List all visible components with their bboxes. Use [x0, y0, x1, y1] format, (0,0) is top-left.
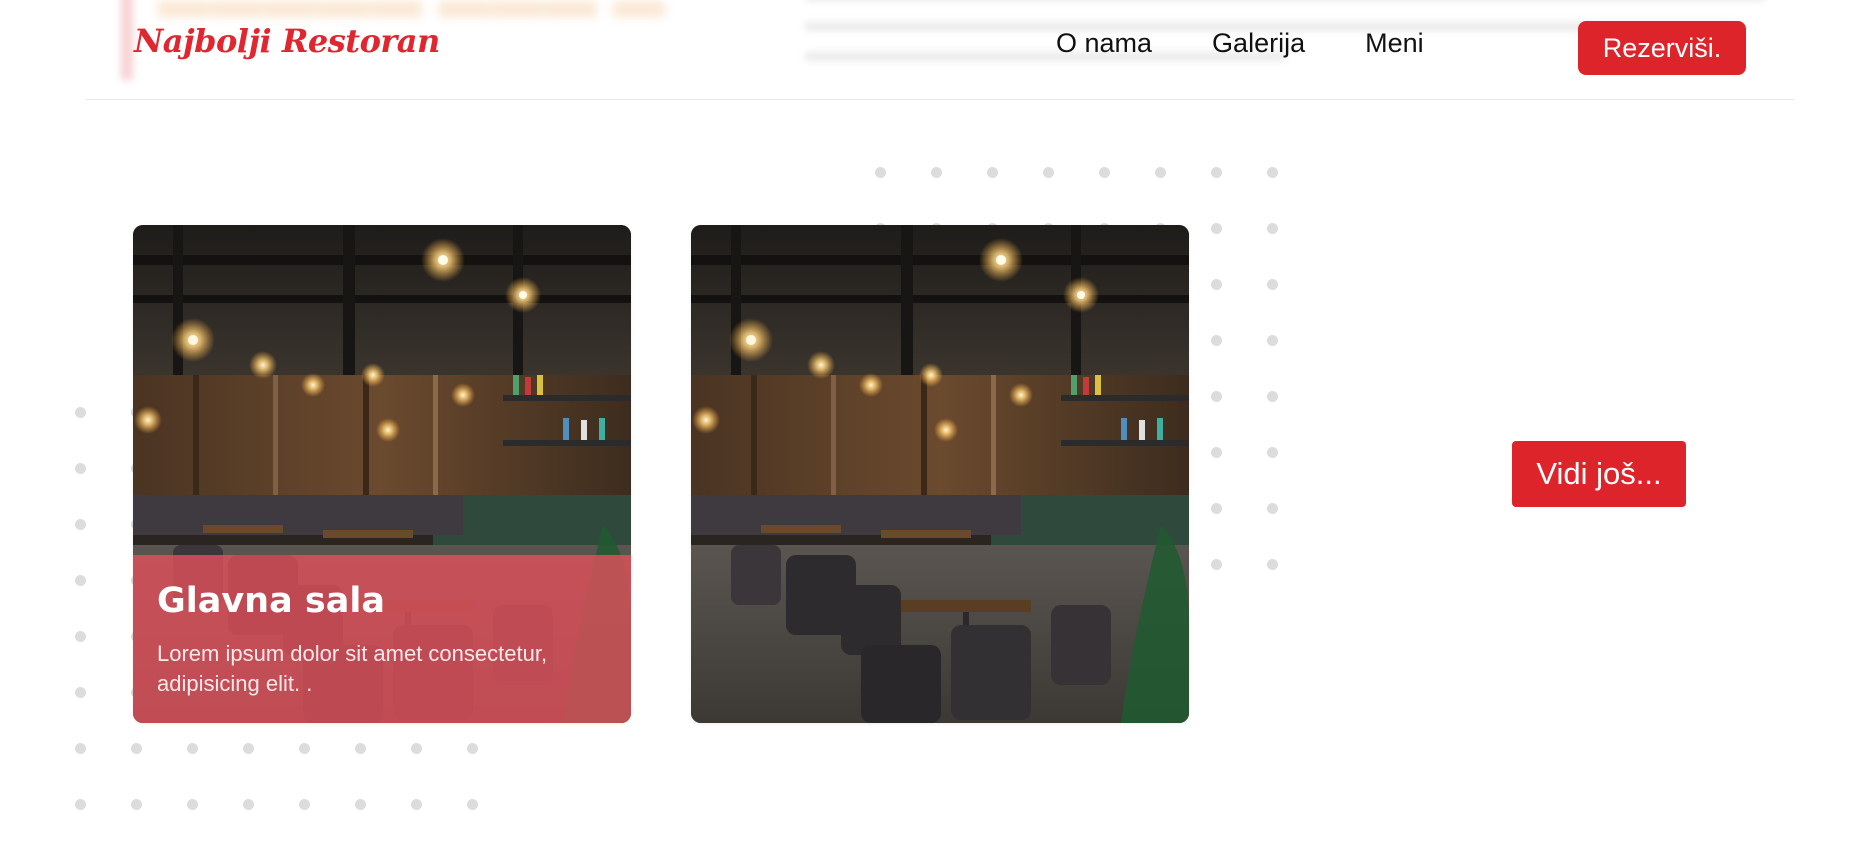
decorative-dot: [467, 743, 478, 754]
decorative-dot: [355, 743, 366, 754]
decorative-dot: [1211, 391, 1222, 402]
decorative-dot: [1211, 503, 1222, 514]
decorative-dot: [1267, 391, 1278, 402]
restaurant-interior-photo: [691, 225, 1189, 723]
decorative-dot: [1211, 223, 1222, 234]
decorative-dot: [187, 743, 198, 754]
site-logo[interactable]: Najbolji Restoran: [134, 22, 440, 60]
decorative-dot: [1211, 279, 1222, 290]
main-nav: O nama Galerija Meni: [1056, 28, 1424, 59]
decorative-dot: [75, 407, 86, 418]
decorative-dot: [1267, 335, 1278, 346]
card-title: Glavna sala: [157, 581, 385, 621]
decorative-dot: [243, 799, 254, 810]
decorative-dot: [1267, 279, 1278, 290]
decorative-dot: [1211, 335, 1222, 346]
decorative-dot: [75, 631, 86, 642]
nav-link-about[interactable]: O nama: [1056, 28, 1152, 59]
gallery-card-2[interactable]: [691, 225, 1189, 723]
decorative-dot: [931, 167, 942, 178]
decorative-dot: [299, 799, 310, 810]
decorative-dot: [75, 519, 86, 530]
decorative-dot: [75, 463, 86, 474]
decorative-dot: [1267, 223, 1278, 234]
decorative-dot: [187, 799, 198, 810]
see-more-button[interactable]: Vidi još...: [1512, 441, 1686, 507]
decorative-dot: [131, 743, 142, 754]
decorative-dot: [1211, 167, 1222, 178]
decorative-dot: [1267, 167, 1278, 178]
decorative-dot: [1267, 503, 1278, 514]
decorative-dot: [1043, 167, 1054, 178]
decorative-dot: [467, 799, 478, 810]
decorative-dot: [131, 799, 142, 810]
gallery-card-main-hall[interactable]: Glavna sala Lorem ipsum dolor sit amet c…: [133, 225, 631, 723]
site-header: Najbolji Restoran O nama Galerija Meni R…: [86, 0, 1794, 100]
decorative-dot: [75, 743, 86, 754]
decorative-dot: [1155, 167, 1166, 178]
decorative-dot: [75, 575, 86, 586]
nav-link-gallery[interactable]: Galerija: [1212, 28, 1305, 59]
decorative-dot: [1211, 559, 1222, 570]
decorative-dot: [1267, 447, 1278, 458]
decorative-dot: [355, 799, 366, 810]
decorative-dot: [1211, 447, 1222, 458]
nav-link-menu[interactable]: Meni: [1365, 28, 1424, 59]
decorative-dot: [299, 743, 310, 754]
decorative-dot: [987, 167, 998, 178]
reserve-button[interactable]: Rezerviši.: [1578, 21, 1746, 75]
decorative-dot: [1267, 559, 1278, 570]
card-description: Lorem ipsum dolor sit amet consectetur, …: [157, 641, 548, 696]
card-caption-overlay: Glavna sala Lorem ipsum dolor sit amet c…: [133, 555, 631, 723]
decorative-dot: [243, 743, 254, 754]
decorative-dot: [1099, 167, 1110, 178]
decorative-dot: [75, 799, 86, 810]
decorative-dot: [411, 743, 422, 754]
decorative-dot: [411, 799, 422, 810]
decorative-dot: [875, 167, 886, 178]
decorative-dot: [75, 687, 86, 698]
